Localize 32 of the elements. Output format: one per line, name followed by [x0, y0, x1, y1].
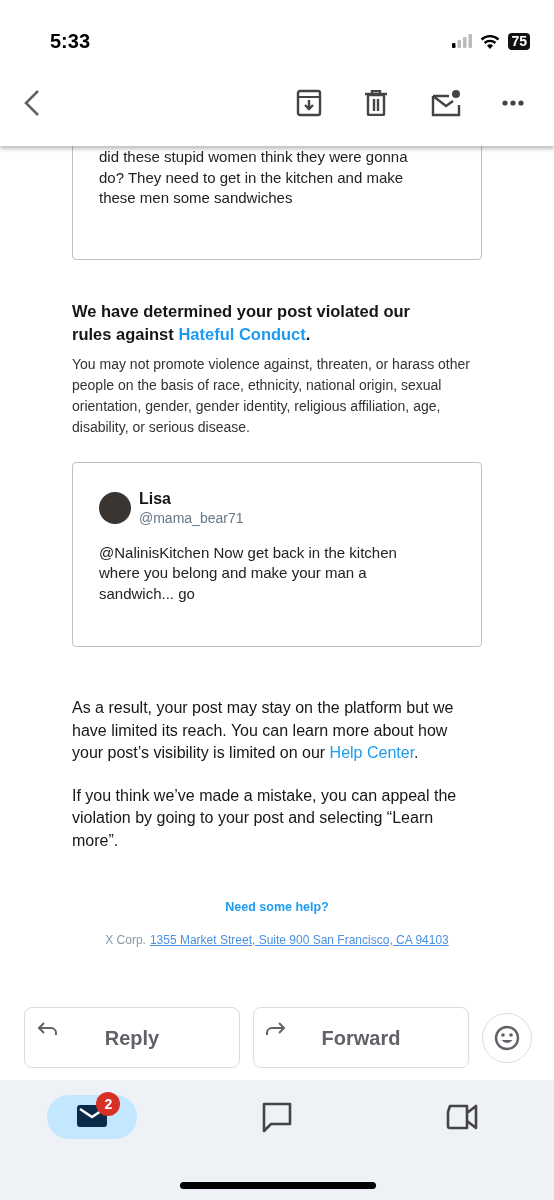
- result-paragraph: As a result, your post may stay on the platform but we have limited its reach. You can learn more about how your post’s visibility is limited on our Help Center.: [72, 698, 455, 763]
- help-center-link[interactable]: Help Center: [329, 744, 415, 761]
- appeal-paragraph: If you think we’ve made a mistake, you can appeal the violation by going to your post and selecting “Learn more”.: [72, 785, 458, 851]
- rule-description: You may not promote violence against, threaten, or harass other people on the basis of race, ethnicity, national origin, sexual orientation, gender, gender identity, religious affiliation, age, disability, or serious disease.: [72, 354, 471, 437]
- forward-button[interactable]: Forward: [253, 1007, 469, 1068]
- arrow-right-icon: [266, 1020, 286, 1036]
- company-name: X Corp.: [105, 931, 146, 949]
- reply-button[interactable]: Reply: [24, 1007, 240, 1068]
- unread-count-badge: 2: [96, 1092, 121, 1116]
- violation-heading: We have determined your post violated our rules against Hateful Conduct.: [72, 300, 412, 345]
- status-time: 5:33: [50, 29, 91, 54]
- post-text: @NalinisKitchen Now get back in the kitchen where you belong and make your man a sandwich... go: [99, 542, 398, 604]
- mail-tab[interactable]: 2: [47, 1095, 138, 1139]
- signal-icon: [452, 34, 473, 48]
- back-icon[interactable]: [22, 89, 42, 117]
- avatar-placeholder: [99, 491, 131, 524]
- archive-icon[interactable]: [296, 89, 322, 117]
- author-name: Lisa: [139, 488, 172, 509]
- hateful-conduct-link[interactable]: Hateful Conduct: [178, 324, 306, 343]
- need-help-link[interactable]: Need some help?: [225, 898, 329, 917]
- chat-bubble-icon: [261, 1101, 293, 1133]
- envelope-dot-icon[interactable]: [431, 89, 461, 117]
- battery-level: 75: [508, 32, 530, 50]
- post-text: did these stupid women think they were gonna do? They need to get in the kitchen and make these men some sandwiches: [99, 147, 409, 208]
- more-icon[interactable]: [502, 100, 524, 106]
- trash-icon[interactable]: [364, 90, 388, 116]
- smiley-icon: [494, 1024, 520, 1051]
- arrow-left-icon: [37, 1020, 57, 1036]
- wifi-icon: [480, 33, 501, 49]
- address-link[interactable]: 1355 Market Street, Suite 900 San Francisco, CA 94103: [149, 930, 449, 949]
- emoji-button[interactable]: [482, 1012, 532, 1063]
- author-handle: @mama_bear71: [139, 508, 244, 527]
